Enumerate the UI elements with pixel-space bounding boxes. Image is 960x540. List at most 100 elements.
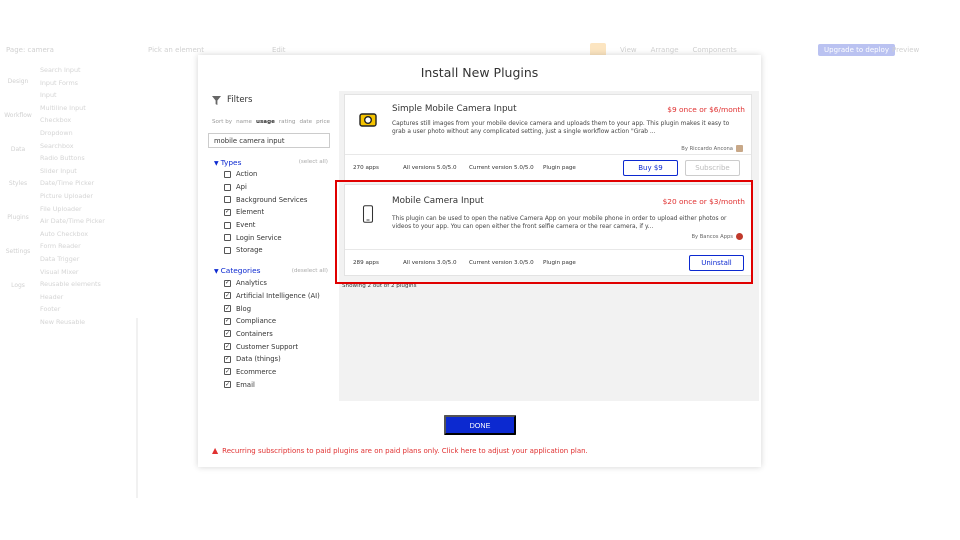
palette-item[interactable]: Dropdown: [38, 129, 138, 142]
nav-plugins[interactable]: Plugins: [0, 198, 36, 232]
done-button[interactable]: DONE: [444, 415, 516, 435]
category-option[interactable]: ✓ Compliance: [204, 315, 334, 328]
categories-deselect-all[interactable]: (deselect all): [292, 268, 328, 274]
sort-name[interactable]: name: [236, 119, 252, 125]
palette-item[interactable]: Search Input: [38, 66, 138, 79]
checkbox-checked-icon[interactable]: ✓: [224, 343, 231, 351]
view-menu[interactable]: View: [620, 46, 637, 54]
category-option-label: Analytics: [236, 279, 267, 288]
category-option[interactable]: ✓ Blog: [204, 302, 334, 315]
plugin-author-name[interactable]: By Riccardo Ancona: [681, 146, 733, 152]
checkbox-checked-icon[interactable]: ✓: [224, 317, 231, 325]
page-selector[interactable]: Page: camera: [6, 46, 54, 54]
category-option[interactable]: ✓ Analytics: [204, 277, 334, 290]
checkbox-checked-icon[interactable]: ✓: [224, 355, 231, 363]
palette-item[interactable]: Date/Time Picker: [38, 179, 138, 192]
palette-item[interactable]: Input: [38, 91, 138, 104]
checkbox-icon[interactable]: [224, 170, 231, 178]
checkbox-checked-icon[interactable]: ✓: [224, 368, 231, 376]
plan-notice-text[interactable]: Recurring subscriptions to paid plugins …: [222, 447, 588, 455]
edit-button[interactable]: Edit: [272, 46, 286, 54]
types-toggle[interactable]: ▼ Types: [214, 158, 241, 167]
type-option[interactable]: Action: [204, 168, 334, 181]
checkbox-checked-icon[interactable]: ✓: [224, 330, 231, 338]
sort-rating[interactable]: rating: [279, 119, 296, 125]
highlight-box: [335, 180, 753, 284]
palette-item[interactable]: Form Reader: [38, 242, 138, 255]
type-option[interactable]: Event: [204, 219, 334, 232]
checkbox-checked-icon[interactable]: ✓: [224, 208, 231, 216]
nav-settings[interactable]: Settings: [0, 232, 36, 266]
plugin-app-count: 270 apps: [353, 164, 379, 171]
categories-heading: Categories: [220, 266, 261, 276]
category-option[interactable]: ✓ Artificial Intelligence (AI): [204, 290, 334, 303]
nav-logs[interactable]: Logs: [0, 266, 36, 300]
type-option[interactable]: ✓ Element: [204, 206, 334, 219]
category-option[interactable]: ✓ Data (things): [204, 353, 334, 366]
plugin-current-version-rating: Current version 5.0/5.0: [469, 164, 534, 171]
category-option-label: Ecommerce: [236, 367, 277, 376]
warning-icon: ▲: [212, 446, 219, 455]
upgrade-button[interactable]: Upgrade to deploy: [818, 44, 895, 56]
nav-design[interactable]: Design: [0, 62, 36, 96]
type-option[interactable]: Login Service: [204, 231, 334, 244]
checkbox-checked-icon[interactable]: ✓: [224, 279, 231, 287]
caret-down-icon: ▼: [214, 159, 219, 167]
sort-usage[interactable]: usage: [256, 119, 275, 125]
plugin-search-input[interactable]: [208, 133, 330, 148]
palette-item[interactable]: Visual Mixer: [38, 268, 138, 281]
filters-heading: Filters: [227, 95, 253, 105]
palette-item[interactable]: New Reusable: [38, 318, 138, 331]
plugin-page-link[interactable]: Plugin page: [543, 165, 576, 171]
nav-workflow[interactable]: Workflow: [0, 96, 36, 130]
palette-item[interactable]: Air Date/Time Picker: [38, 217, 138, 230]
preview-button[interactable]: Preview: [892, 46, 919, 54]
palette-item[interactable]: Checkbox: [38, 116, 138, 129]
palette-item[interactable]: Reusable elements: [38, 280, 138, 293]
types-section-header: ▼ Types (select all): [204, 156, 334, 168]
category-option[interactable]: ✓ Ecommerce: [204, 366, 334, 379]
palette-item[interactable]: Slider Input: [38, 167, 138, 180]
checkbox-icon[interactable]: [224, 221, 231, 229]
checkbox-icon[interactable]: [224, 183, 231, 191]
plugin-name[interactable]: Simple Mobile Camera Input: [392, 104, 517, 114]
nav-data[interactable]: Data: [0, 130, 36, 164]
checkbox-icon[interactable]: [224, 246, 231, 254]
checkbox-icon[interactable]: [224, 234, 231, 242]
category-option[interactable]: ✓ Containers: [204, 328, 334, 341]
category-option[interactable]: ✓ Email: [204, 378, 334, 391]
palette-item[interactable]: Searchbox: [38, 142, 138, 155]
components-menu[interactable]: Components: [693, 46, 737, 54]
palette-item[interactable]: Multiline Input: [38, 104, 138, 117]
sort-price[interactable]: price: [316, 119, 330, 125]
type-option[interactable]: Background Services: [204, 193, 334, 206]
palette-item[interactable]: Input Forms: [38, 79, 138, 92]
categories-toggle[interactable]: ▼ Categories: [214, 266, 260, 275]
category-option-label: Email: [236, 380, 255, 389]
checkbox-icon[interactable]: [224, 196, 231, 204]
nav-styles[interactable]: Styles: [0, 164, 36, 198]
palette-item[interactable]: Footer: [38, 305, 138, 318]
checkbox-checked-icon[interactable]: ✓: [224, 381, 231, 389]
category-option[interactable]: ✓ Customer Support: [204, 340, 334, 353]
palette-item[interactable]: Data Trigger: [38, 255, 138, 268]
buy-button[interactable]: Buy $9: [623, 159, 678, 176]
type-option[interactable]: Api: [204, 181, 334, 194]
checkbox-checked-icon[interactable]: ✓: [224, 305, 231, 313]
arrange-menu[interactable]: Arrange: [651, 46, 679, 54]
funnel-icon: [212, 95, 221, 105]
checkbox-checked-icon[interactable]: ✓: [224, 292, 231, 300]
palette-item[interactable]: Radio Buttons: [38, 154, 138, 167]
palette-item[interactable]: Auto Checkbox: [38, 230, 138, 243]
palette-item[interactable]: File Uploader: [38, 205, 138, 218]
subscribe-button[interactable]: Subscribe: [685, 159, 740, 176]
left-nav: Design Workflow Data Styles Plugins Sett…: [0, 62, 36, 300]
plan-notice[interactable]: ▲ Recurring subscriptions to paid plugin…: [212, 446, 588, 455]
camera-icon: [359, 113, 377, 127]
palette-item[interactable]: Picture Uploader: [38, 192, 138, 205]
types-select-all[interactable]: (select all): [299, 159, 328, 165]
type-option[interactable]: Storage: [204, 244, 334, 257]
sort-date[interactable]: date: [299, 119, 312, 125]
pick-element-dropdown[interactable]: Pick an element: [148, 46, 204, 54]
palette-item[interactable]: Header: [38, 293, 138, 306]
